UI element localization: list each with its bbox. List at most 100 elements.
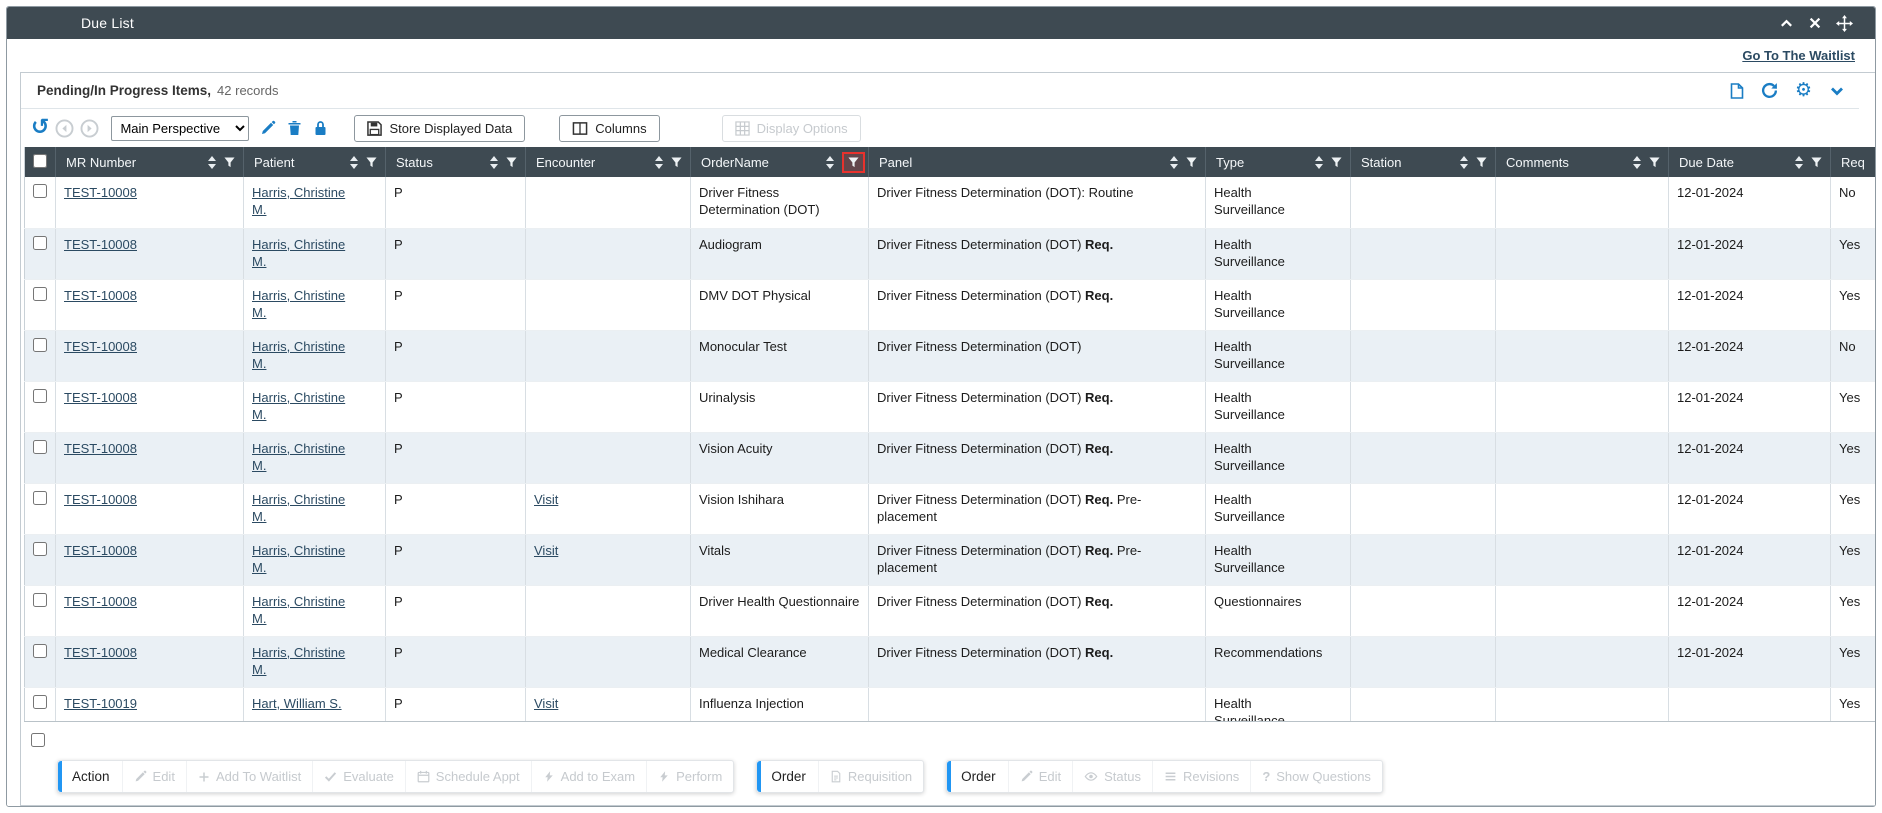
row-checkbox[interactable]	[33, 695, 47, 709]
row-checkbox[interactable]	[33, 593, 47, 607]
trash-icon[interactable]	[287, 120, 302, 136]
mr-number-link[interactable]: TEST-10008	[64, 441, 137, 456]
column-header-panel[interactable]: Panel	[869, 147, 1206, 177]
sort-icon[interactable]	[1633, 156, 1641, 169]
filter-icon[interactable]	[366, 157, 377, 168]
filter-icon[interactable]	[506, 157, 517, 168]
panel-title: Pending/In Progress Items,	[37, 83, 211, 98]
row-checkbox[interactable]	[33, 389, 47, 403]
mr-number-link[interactable]: TEST-10008	[64, 645, 137, 660]
column-header-req[interactable]: Req	[1831, 147, 1876, 177]
pencil-icon[interactable]	[260, 120, 276, 136]
patient-link[interactable]: Harris, Christine M.	[252, 542, 362, 576]
mr-number-link[interactable]: TEST-10008	[64, 492, 137, 507]
column-header-encounter[interactable]: Encounter	[526, 147, 691, 177]
sort-icon[interactable]	[1460, 156, 1468, 169]
mr-number-link[interactable]: TEST-10008	[64, 390, 137, 405]
mr-number-link[interactable]: TEST-10008	[64, 339, 137, 354]
select-all-checkbox[interactable]	[33, 154, 47, 168]
patient-link[interactable]: Harris, Christine M.	[252, 644, 362, 678]
column-header-patient[interactable]: Patient	[244, 147, 386, 177]
column-header-ordername[interactable]: OrderName	[691, 147, 869, 177]
column-header-station[interactable]: Station	[1351, 147, 1496, 177]
store-displayed-data-button[interactable]: Store Displayed Data	[354, 115, 525, 142]
cell-patient: Harris, Christine M.	[244, 534, 386, 585]
cell-order-name: Influenza Injection	[691, 687, 869, 722]
filter-icon[interactable]	[1476, 157, 1487, 168]
column-header-type[interactable]: Type	[1206, 147, 1351, 177]
type-value: Health Surveillance	[1214, 236, 1322, 270]
sort-icon[interactable]	[490, 156, 498, 169]
cell-encounter	[526, 585, 691, 636]
encounter-visit-link[interactable]: Visit	[534, 543, 558, 558]
sort-icon[interactable]	[1795, 156, 1803, 169]
sort-icon[interactable]	[826, 156, 834, 169]
refresh-icon[interactable]	[1761, 82, 1778, 99]
patient-link[interactable]: Harris, Christine M.	[252, 491, 362, 525]
filter-icon-highlighted[interactable]	[842, 152, 865, 173]
new-page-icon[interactable]	[1730, 83, 1744, 99]
cell-checkbox	[25, 534, 56, 585]
filter-icon[interactable]	[1811, 157, 1822, 168]
row-checkbox[interactable]	[33, 184, 47, 198]
patient-link[interactable]: Harris, Christine M.	[252, 236, 362, 270]
column-header-due-date[interactable]: Due Date	[1669, 147, 1831, 177]
sort-icon[interactable]	[350, 156, 358, 169]
cell-status: P	[386, 687, 526, 722]
cell-checkbox	[25, 483, 56, 534]
row-checkbox[interactable]	[33, 644, 47, 658]
columns-button[interactable]: Columns	[559, 115, 659, 142]
row-checkbox[interactable]	[33, 491, 47, 505]
mr-number-link[interactable]: TEST-10008	[64, 543, 137, 558]
filter-icon[interactable]	[1331, 157, 1342, 168]
move-icon[interactable]	[1836, 15, 1853, 32]
row-checkbox[interactable]	[33, 440, 47, 454]
row-checkbox[interactable]	[33, 287, 47, 301]
select-all-bottom-checkbox[interactable]	[31, 733, 45, 747]
row-checkbox[interactable]	[33, 338, 47, 352]
cell-status: P	[386, 330, 526, 381]
chevron-down-icon[interactable]	[1829, 83, 1845, 99]
cell-order-name: Urinalysis	[691, 381, 869, 432]
column-header-status[interactable]: Status	[386, 147, 526, 177]
row-checkbox[interactable]	[33, 542, 47, 556]
column-header-comments[interactable]: Comments	[1496, 147, 1669, 177]
close-icon[interactable]	[1808, 16, 1822, 30]
sort-icon[interactable]	[1315, 156, 1323, 169]
filter-icon[interactable]	[224, 157, 235, 168]
row-checkbox[interactable]	[33, 236, 47, 250]
patient-link[interactable]: Harris, Christine M.	[252, 287, 362, 321]
patient-link[interactable]: Harris, Christine M.	[252, 440, 362, 474]
filter-icon[interactable]	[1649, 157, 1660, 168]
mr-number-link[interactable]: TEST-10008	[64, 237, 137, 252]
encounter-visit-link[interactable]: Visit	[534, 492, 558, 507]
patient-link[interactable]: Harris, Christine M.	[252, 184, 362, 218]
column-header-mr-number[interactable]: MR Number	[56, 147, 244, 177]
lock-icon[interactable]	[313, 120, 328, 136]
add-to-waitlist-button: Add To Waitlist	[186, 761, 312, 792]
mr-number-link[interactable]: TEST-10008	[64, 185, 137, 200]
patient-link[interactable]: Harris, Christine M.	[252, 389, 362, 423]
patient-link[interactable]: Harris, Christine M.	[252, 593, 362, 627]
mr-number-link[interactable]: TEST-10008	[64, 288, 137, 303]
table-body: TEST-10008 Harris, Christine M. P Driver…	[25, 177, 1876, 722]
status-value: P	[394, 237, 403, 252]
filter-icon[interactable]	[1186, 157, 1197, 168]
sort-icon[interactable]	[655, 156, 663, 169]
patient-link[interactable]: Harris, Christine M.	[252, 338, 362, 372]
cell-type: Recommendations	[1206, 636, 1351, 687]
collapse-icon[interactable]	[1779, 16, 1794, 31]
mr-number-link[interactable]: TEST-10008	[64, 594, 137, 609]
cell-encounter	[526, 177, 691, 228]
mr-number-link[interactable]: TEST-10019	[64, 696, 137, 711]
sort-icon[interactable]	[1170, 156, 1178, 169]
filter-icon[interactable]	[671, 157, 682, 168]
sort-icon[interactable]	[208, 156, 216, 169]
cell-checkbox	[25, 279, 56, 330]
gear-icon[interactable]: ⚙	[1795, 81, 1812, 100]
patient-link[interactable]: Hart, William S.	[252, 695, 342, 712]
perspective-select[interactable]: Main Perspective	[111, 116, 249, 141]
go-to-waitlist-link[interactable]: Go To The Waitlist	[1742, 48, 1855, 63]
undo-icon[interactable]: ↺	[31, 117, 49, 139]
encounter-visit-link[interactable]: Visit	[534, 696, 558, 711]
